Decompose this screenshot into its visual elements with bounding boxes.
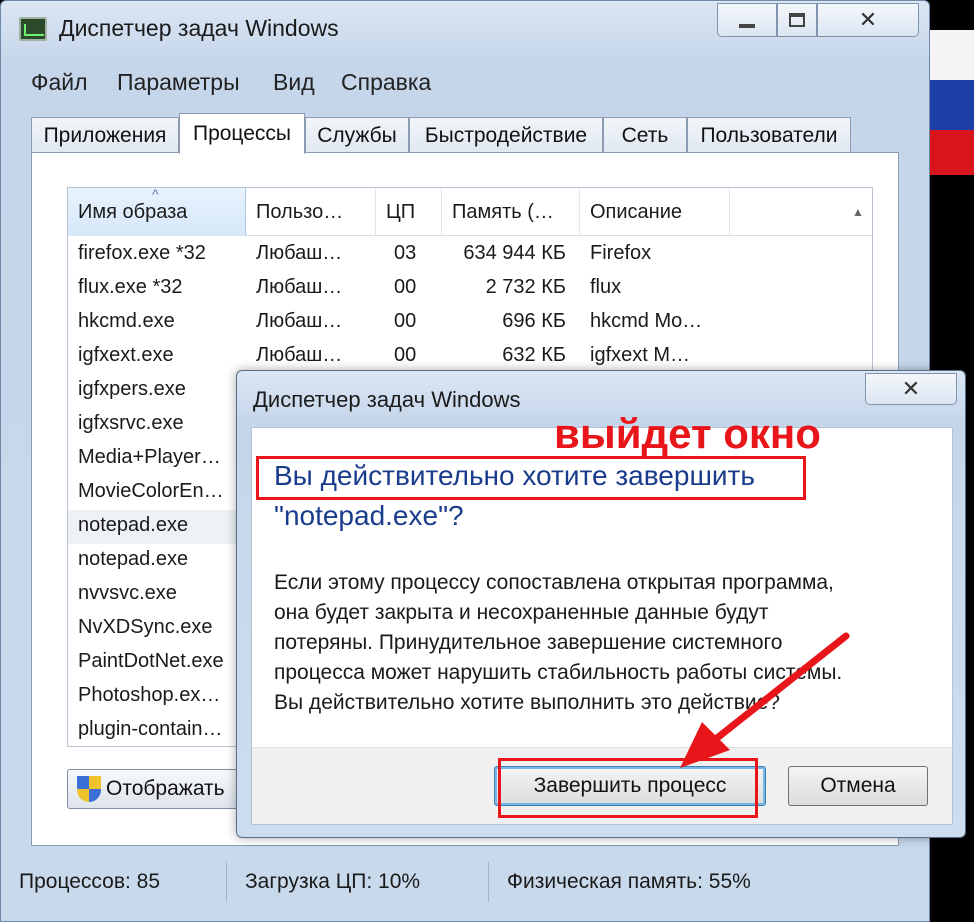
menu-options[interactable]: Параметры (117, 69, 240, 96)
cell-name: firefox.exe *32 (78, 242, 206, 264)
message-line: Если этому процессу сопоставлена открыта… (274, 571, 834, 594)
dialog-title: Диспетчер задач Windows (253, 387, 521, 412)
menu-bar: Файл Параметры Вид Справка (1, 63, 929, 101)
cell-desc: hkcmd Mo… (590, 310, 703, 332)
cell-name: igfxsrvc.exe (78, 412, 184, 434)
cell-cpu: 00 (394, 276, 417, 298)
message-line: она будет закрыта и несохраненные данные… (274, 601, 769, 624)
dialog-question: Вы действительно хотите завершить (274, 460, 755, 491)
cell-desc: flux (590, 276, 622, 298)
column-description[interactable]: Описание (580, 188, 730, 236)
cell-name: MovieColorEn… (78, 480, 224, 502)
cell-user: Любаш… (256, 276, 343, 298)
menu-help[interactable]: Справка (341, 69, 431, 96)
cell-name: nvvsvc.exe (78, 582, 177, 604)
status-cpu: Загрузка ЦП: 10% (227, 862, 489, 902)
tab-performance[interactable]: Быстродействие (409, 117, 603, 153)
tab-users[interactable]: Пользователи (687, 117, 851, 153)
column-cpu[interactable]: ЦП (376, 188, 442, 236)
cell-cpu: 00 (394, 310, 417, 332)
column-memory[interactable]: Память (… (442, 188, 580, 236)
status-processes: Процессов: 85 (1, 862, 227, 902)
dialog-question-process: "notepad.exe"? (274, 500, 464, 531)
cell-name: hkcmd.exe (78, 310, 175, 332)
tab-services[interactable]: Службы (305, 117, 409, 153)
cell-mem: 632 КБ (502, 344, 566, 366)
table-row[interactable]: igfxext.exe Любаш… 00 632 КБ igfxext M… (68, 340, 848, 374)
sort-ascending-icon: ^ (152, 187, 159, 202)
cell-name: notepad.exe (78, 514, 189, 536)
close-icon: ✕ (901, 376, 921, 401)
close-button[interactable]: ✕ (817, 3, 919, 37)
dialog-footer: Завершить процесс Отмена (251, 747, 953, 825)
status-bar: Процессов: 85 Загрузка ЦП: 10% Физическа… (1, 858, 929, 904)
minimize-icon (739, 24, 755, 28)
cell-name: NvXDSync.exe (78, 616, 213, 638)
message-line: потеряны. Принудительное завершение сист… (274, 631, 783, 654)
table-header: ^ Имя образа Пользо… ЦП Память (… Описан… (68, 188, 872, 236)
tab-strip: Приложения Процессы Службы Быстродействи… (31, 113, 851, 154)
status-memory: Физическая память: 55% (507, 870, 751, 893)
maximize-button[interactable] (777, 3, 817, 37)
dialog-close-button[interactable]: ✕ (865, 373, 957, 405)
cell-name: flux.exe *32 (78, 276, 183, 298)
cell-mem: 2 732 КБ (485, 276, 566, 298)
table-row[interactable]: firefox.exe *32 Любаш… 03 634 944 КБ Firefox (68, 238, 848, 272)
cell-cpu: 00 (394, 344, 417, 366)
message-line: процесса может нарушить стабильность раб… (274, 661, 843, 684)
desktop-flag-blue (930, 80, 974, 130)
column-user[interactable]: Пользо… (246, 188, 376, 236)
cell-name: igfxpers.exe (78, 378, 186, 400)
cell-name: PaintDotNet.exe (78, 650, 224, 672)
cell-mem: 634 944 КБ (463, 242, 566, 264)
minimize-button[interactable] (717, 3, 777, 37)
desktop-flag-white (930, 30, 974, 80)
menu-view[interactable]: Вид (273, 69, 315, 96)
cell-cpu: 03 (394, 242, 417, 264)
cell-desc: Firefox (590, 242, 652, 264)
desktop-flag-red (930, 130, 974, 175)
column-image-name[interactable]: ^ Имя образа (68, 188, 246, 236)
annotation-label: выйдет окно (554, 410, 821, 457)
cell-name: igfxext.exe (78, 344, 174, 366)
table-row[interactable]: flux.exe *32 Любаш… 00 2 732 КБ flux (68, 272, 848, 306)
menu-file[interactable]: Файл (31, 69, 88, 96)
task-manager-icon (19, 17, 47, 41)
maximize-icon (789, 13, 805, 27)
close-icon: ✕ (858, 7, 878, 32)
title-bar[interactable]: Диспетчер задач Windows ✕ (1, 1, 929, 59)
scroll-up-arrow-icon[interactable]: ▲ (842, 188, 872, 236)
cell-user: Любаш… (256, 344, 343, 366)
cell-desc: igfxext M… (590, 344, 691, 366)
cell-user: Любаш… (256, 242, 343, 264)
end-process-dialog: Диспетчер задач Windows ✕ выйдет окно Вы… (236, 370, 966, 838)
uac-shield-icon (76, 775, 102, 803)
cell-name: Media+Player… (78, 446, 221, 468)
cell-name: Photoshop.ex… (78, 684, 221, 706)
window-title: Диспетчер задач Windows (59, 15, 339, 41)
cell-mem: 696 КБ (502, 310, 566, 332)
tab-applications[interactable]: Приложения (31, 117, 179, 153)
end-process-button[interactable]: Завершить процесс (494, 766, 766, 806)
cell-user: Любаш… (256, 310, 343, 332)
cancel-button[interactable]: Отмена (788, 766, 928, 806)
table-row[interactable]: hkcmd.exe Любаш… 00 696 КБ hkcmd Mo… (68, 306, 848, 340)
dialog-body: выйдет окно Вы действительно хотите заве… (251, 410, 953, 747)
show-all-label: Отображать (106, 777, 225, 800)
dialog-message: Если этому процессу сопоставлена открыта… (274, 568, 944, 718)
tab-processes[interactable]: Процессы (179, 113, 305, 154)
cell-name: notepad.exe (78, 548, 189, 570)
tab-network[interactable]: Сеть (603, 117, 687, 153)
cell-name: plugin-contain… (78, 718, 223, 740)
message-line: Вы действительно хотите выполнить это де… (274, 691, 780, 714)
